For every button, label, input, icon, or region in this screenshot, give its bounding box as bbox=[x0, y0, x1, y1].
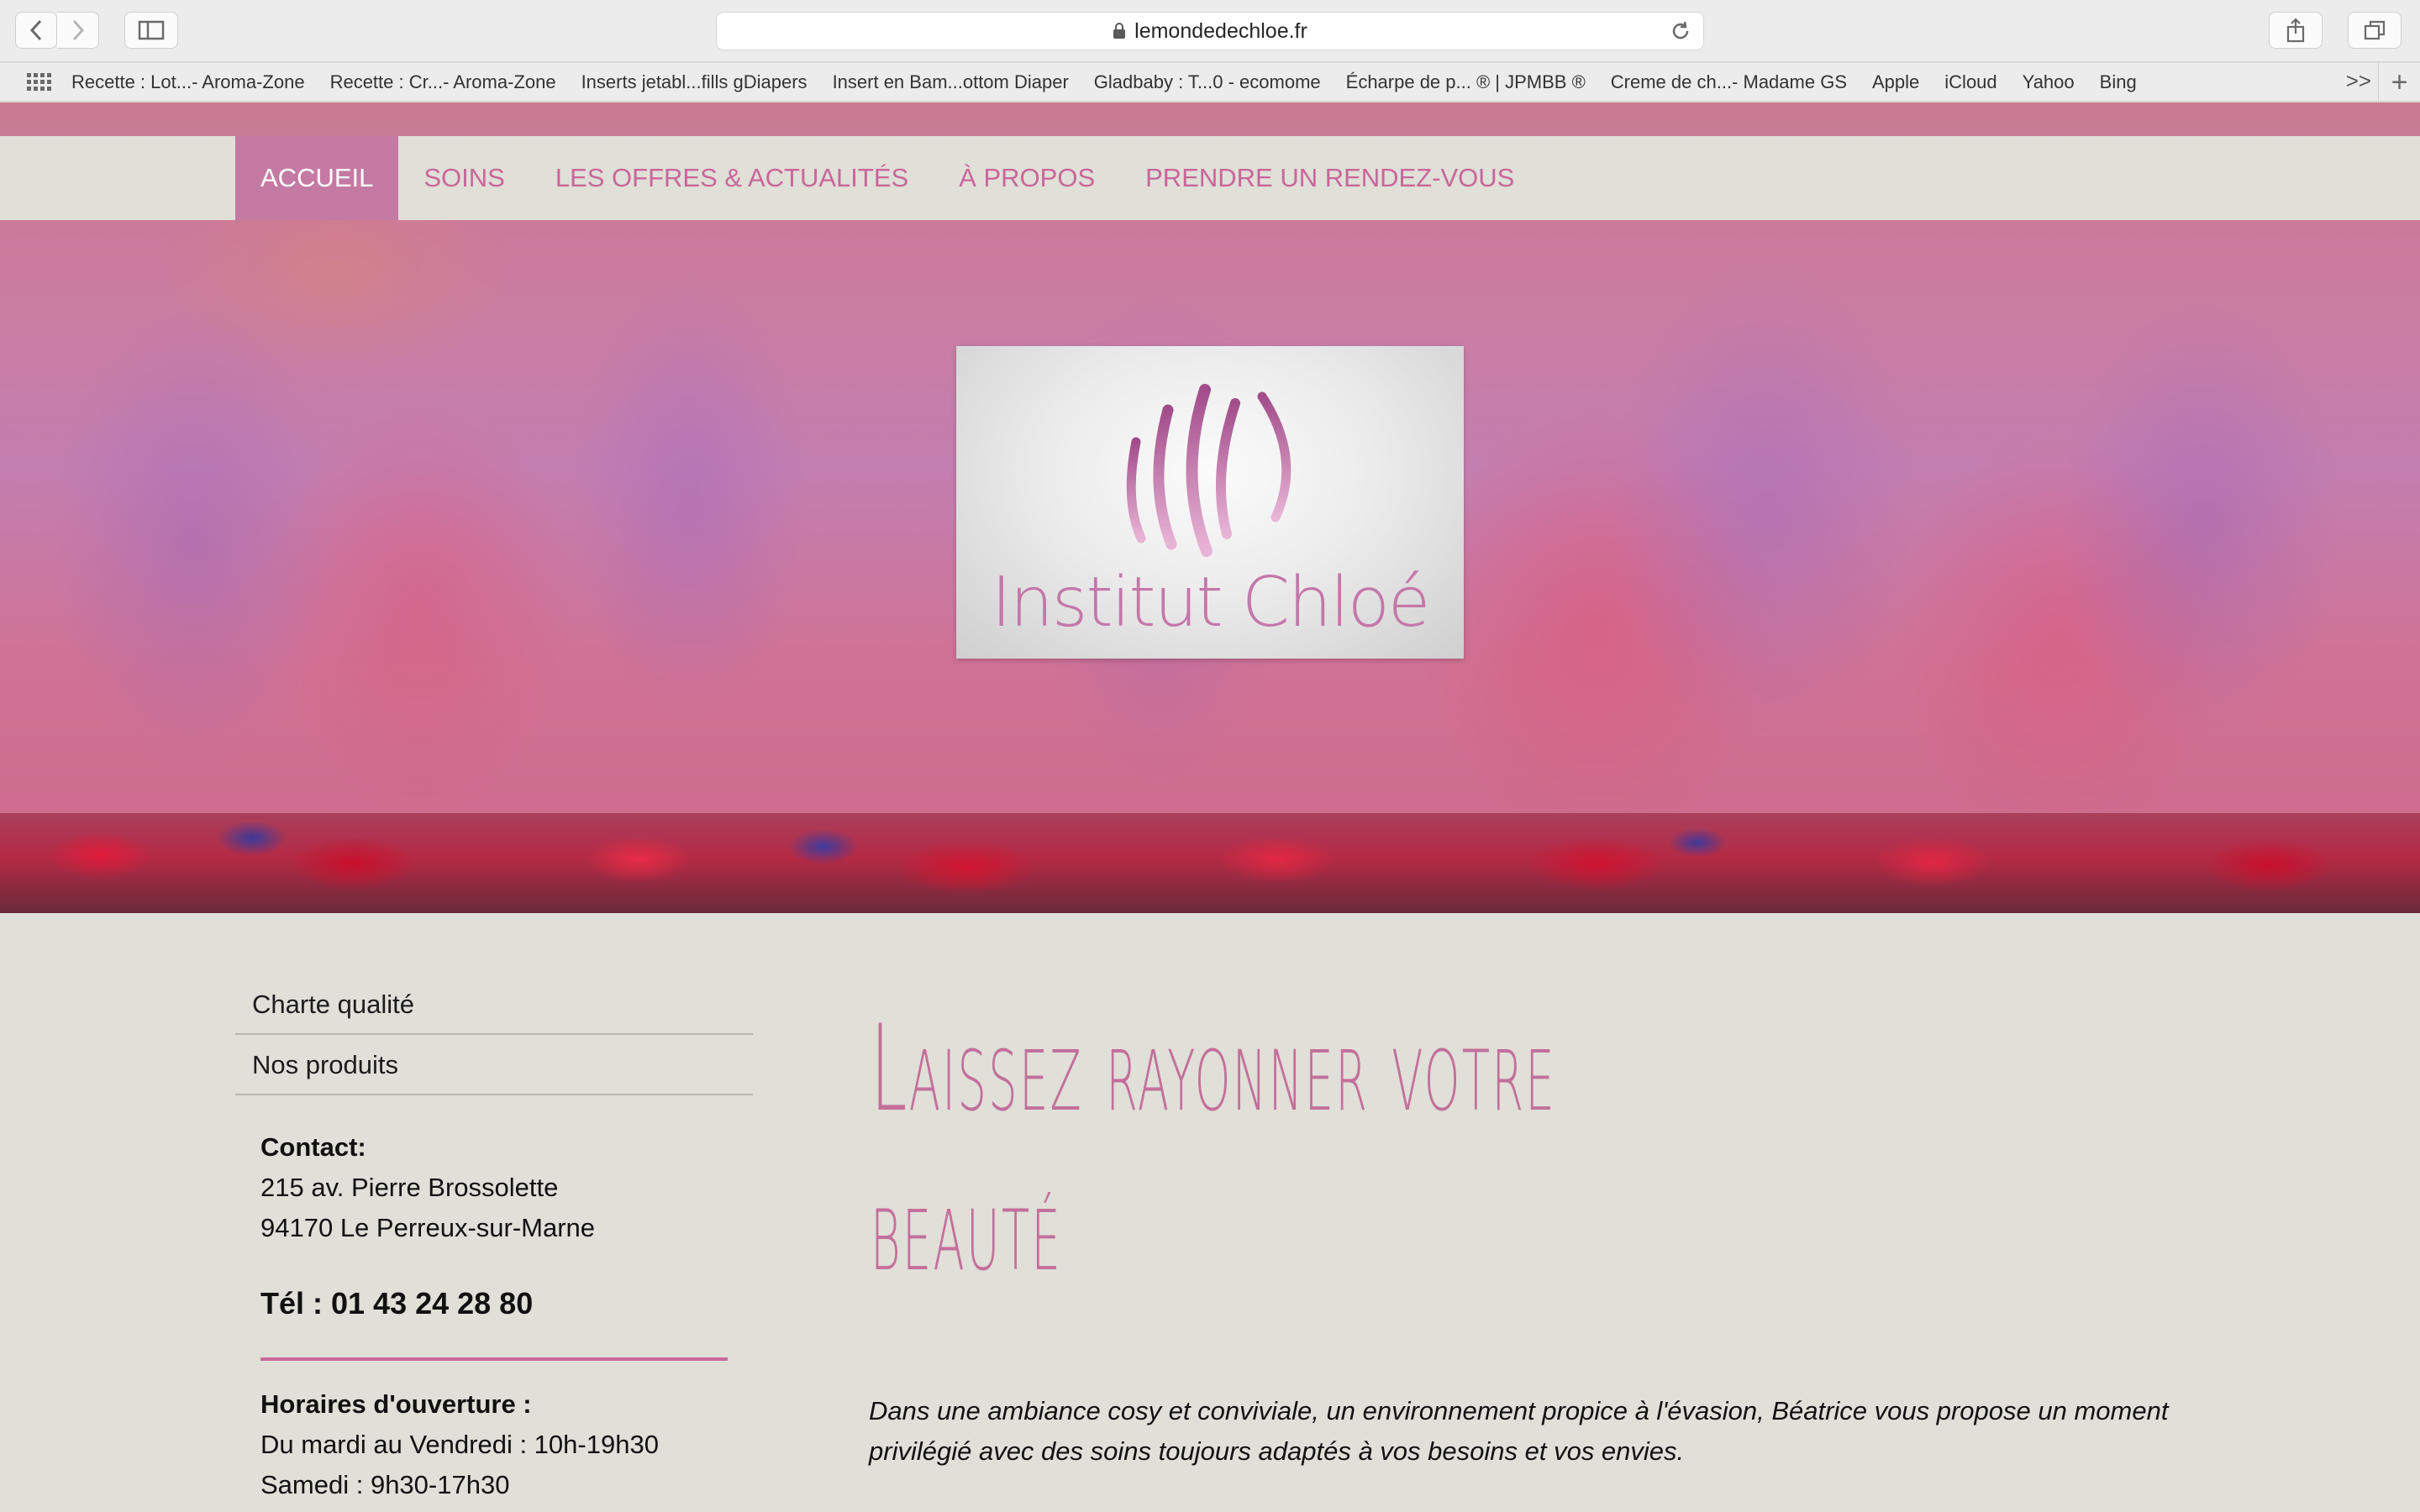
lock-icon bbox=[1113, 23, 1126, 39]
forward-button[interactable] bbox=[57, 12, 99, 49]
favorite-item[interactable]: Creme de ch...- Madame GS bbox=[1598, 71, 1860, 93]
favorite-item[interactable]: Inserts jetabl...fills gDiapers bbox=[569, 71, 820, 93]
contact-block: Contact: 215 av. Pierre Brossolette 9417… bbox=[260, 1127, 731, 1505]
address-bar[interactable]: lemondedechloe.fr bbox=[716, 12, 1704, 50]
hero-flower-strip bbox=[0, 813, 2420, 913]
back-button[interactable] bbox=[15, 12, 57, 49]
address-line-2: 94170 Le Perreux-sur-Marne bbox=[260, 1213, 596, 1242]
nav-item-offres-actualites[interactable]: Les offres & actualités bbox=[530, 136, 934, 220]
hours-line-2: Samedi : 9h30-17h30 bbox=[260, 1470, 510, 1499]
favorites-bar: Recette : Lot...- Aroma-Zone Recette : C… bbox=[0, 63, 2420, 102]
favorite-item[interactable]: Recette : Lot...- Aroma-Zone bbox=[59, 71, 318, 93]
favorite-item[interactable]: Apple bbox=[1860, 71, 1932, 93]
sidebar-item-charte-qualite[interactable]: Charte qualité bbox=[235, 974, 753, 1035]
site-navigation: Accueil Soins Les offres & actualités À … bbox=[0, 136, 2420, 220]
logo-waves-icon bbox=[1126, 384, 1292, 557]
nav-item-a-propos[interactable]: À propos bbox=[934, 136, 1120, 220]
url-text: lemondedechloe.fr bbox=[1134, 18, 1307, 43]
grid-icon bbox=[27, 72, 51, 91]
favorite-item[interactable]: Gladbaby : T...0 - ecomome bbox=[1081, 71, 1334, 93]
tabs-icon bbox=[2364, 20, 2386, 40]
top-sites-button[interactable] bbox=[20, 63, 59, 102]
phone-number[interactable]: Tél : 01 43 24 28 80 bbox=[260, 1284, 731, 1324]
hours-label: Horaires d'ouverture : bbox=[260, 1389, 532, 1419]
sidebar-item-nos-produits[interactable]: Nos produits bbox=[235, 1035, 753, 1095]
nav-item-soins[interactable]: Soins bbox=[398, 136, 529, 220]
favorite-item[interactable]: Yahoo bbox=[2010, 71, 2087, 93]
page-headline: Laissez rayonner votre beauté bbox=[871, 990, 1556, 1309]
sidebar-menu: Charte qualité Nos produits bbox=[235, 974, 753, 1095]
nav-item-rendez-vous[interactable]: Prendre un rendez-vous bbox=[1120, 136, 1539, 220]
favorite-item[interactable]: Insert en Bam...ottom Diaper bbox=[820, 71, 1081, 93]
nav-item-accueil[interactable]: Accueil bbox=[235, 136, 399, 220]
more-favorites-button[interactable]: >> bbox=[2346, 68, 2371, 94]
hours-line-1: Du mardi au Vendredi : 10h-19h30 bbox=[260, 1430, 659, 1459]
sidebar-icon bbox=[138, 20, 165, 40]
headline-line-2: beauté bbox=[871, 1159, 1063, 1298]
intro-paragraph: Dans une ambiance cosy et conviviale, un… bbox=[869, 1396, 2169, 1466]
favorite-item[interactable]: iCloud bbox=[1932, 71, 2009, 93]
headline-line-1: Laissez rayonner votre bbox=[871, 1000, 1556, 1138]
add-tab-button[interactable]: + bbox=[2378, 63, 2420, 102]
address-line-1: 215 av. Pierre Brossolette bbox=[260, 1173, 559, 1202]
sidebar-toggle-button[interactable] bbox=[124, 12, 178, 49]
share-icon bbox=[2286, 18, 2305, 43]
contact-label: Contact: bbox=[260, 1132, 366, 1162]
logo-text: Institut Chloé bbox=[991, 563, 1431, 643]
chevron-left-icon bbox=[29, 19, 42, 41]
favorite-item[interactable]: Écharpe de p... ® | JPMBB ® bbox=[1334, 71, 1598, 93]
chevron-right-icon bbox=[72, 19, 84, 41]
reload-icon[interactable] bbox=[1670, 20, 1691, 42]
favorite-item[interactable]: Recette : Cr...- Aroma-Zone bbox=[318, 71, 569, 93]
site-logo[interactable]: Institut Chloé bbox=[956, 346, 1464, 659]
browser-toolbar: lemondedechloe.fr bbox=[0, 0, 2420, 62]
share-button[interactable] bbox=[2269, 12, 2323, 49]
contact-divider bbox=[260, 1357, 728, 1361]
favorite-item[interactable]: Bing bbox=[2087, 71, 2149, 93]
tabs-overview-button[interactable] bbox=[2348, 12, 2402, 49]
